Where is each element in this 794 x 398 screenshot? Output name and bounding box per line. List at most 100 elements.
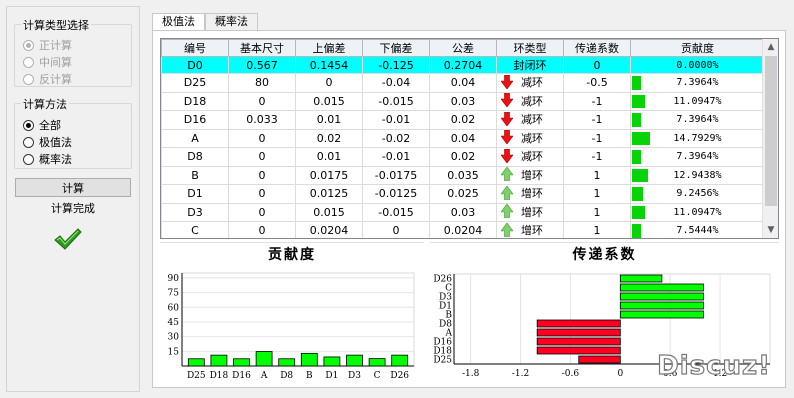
scroll-up-icon[interactable]: ▲ xyxy=(763,39,778,55)
ring-type-label: 封闭环 xyxy=(513,59,547,72)
table-cell: -0.01 xyxy=(362,110,430,130)
contribution-chart-svg: 15 30 45 60 75 90 D25 D18 D16 A D8 B D1 D3 C D26 xyxy=(168,272,415,381)
calculate-button[interactable]: 计算 xyxy=(15,178,131,197)
x-tick-label: D8 xyxy=(280,371,293,381)
radio-label: 反计算 xyxy=(39,73,72,86)
x-tick-label: A xyxy=(260,371,268,381)
contribution-bar xyxy=(632,94,646,108)
contribution-bar xyxy=(632,131,650,145)
table-cell: 0.02 xyxy=(429,110,497,130)
contribution-label: 7.5444% xyxy=(676,225,719,237)
vertical-scrollbar[interactable]: ▲ ▼ xyxy=(762,39,778,238)
bar xyxy=(578,355,621,364)
tab-probability-method[interactable]: 概率法 xyxy=(205,13,258,30)
table-row[interactable]: A 0 0.02 -0.02 0.04 减环 -1 14.7929% xyxy=(161,128,765,148)
contribution-cell: 11.0947% xyxy=(630,202,765,222)
column-header[interactable]: 环类型 xyxy=(496,39,564,57)
table-cell: -1 xyxy=(563,91,631,111)
table-cell: 0 xyxy=(228,184,296,204)
table-cell: 0.01 xyxy=(295,110,363,130)
x-tick-label: 0 xyxy=(617,369,623,379)
radio-indicator xyxy=(23,56,34,68)
table-row[interactable]: D3 0 0.015 -0.015 0.03 增环 1 11.0947% xyxy=(161,202,765,222)
table-cell: -0.015 xyxy=(362,91,430,111)
x-tick-label: -1.2 xyxy=(512,369,529,379)
radio-forward-calc[interactable]: 正计算 xyxy=(23,37,72,53)
table-row[interactable]: D0 0.567 0.1454 -0.125 0.2704 封闭环 0 0.0000% xyxy=(161,56,765,74)
column-header[interactable]: 基本尺寸 xyxy=(228,39,296,57)
table-row[interactable]: C 0 0.0204 0 0.0204 增环 1 7.5444% xyxy=(161,221,765,238)
table-cell: 0 xyxy=(362,221,430,238)
ring-type-cell: 减环 xyxy=(496,73,564,93)
radio-extreme-method[interactable]: 极值法 xyxy=(23,134,72,150)
bar xyxy=(619,301,704,310)
table-row[interactable]: B 0 0.0175 -0.0175 0.035 增环 1 12.9438% xyxy=(161,165,765,185)
table-cell: 0 xyxy=(228,128,296,148)
tab-content: 编号 基本尺寸 上偏差 下偏差 公差 环类型 传递系数 贡献度 D0 0.567 0… xyxy=(152,30,786,388)
x-tick-label: D25 xyxy=(187,371,206,381)
column-header[interactable]: 上偏差 xyxy=(295,39,363,57)
table-cell: 0 xyxy=(228,91,296,111)
arrow-down-icon xyxy=(500,148,515,166)
contribution-cell: 7.5444% xyxy=(630,221,765,238)
table-cell: 0.0125 xyxy=(295,184,363,204)
table-row[interactable]: D16 0.033 0.01 -0.01 0.02 减环 -1 7.3964% xyxy=(161,110,765,130)
ring-type-cell: 增环 xyxy=(496,165,564,185)
table-cell: 0.0175 xyxy=(295,165,363,185)
chart-title: 贡献度 xyxy=(268,247,316,263)
ring-type-cell: 增环 xyxy=(496,221,564,238)
radio-all[interactable]: 全部 xyxy=(23,117,61,133)
table-row[interactable]: D1 0 0.0125 -0.0125 0.025 增环 1 9.2456% xyxy=(161,184,765,204)
bar xyxy=(619,274,663,283)
table-row[interactable]: D18 0 0.015 -0.015 0.03 减环 -1 11.0947% xyxy=(161,91,765,111)
radio-reverse-calc[interactable]: 反计算 xyxy=(23,71,72,87)
scroll-down-icon[interactable]: ▼ xyxy=(763,222,778,238)
table-cell: -0.01 xyxy=(362,147,430,167)
bar xyxy=(187,358,205,367)
contribution-label: 14.7929% xyxy=(673,132,722,144)
tab-extreme-method[interactable]: 极值法 xyxy=(152,13,205,31)
bar xyxy=(536,346,621,355)
contribution-label: 9.2456% xyxy=(676,188,719,200)
table-cell: 0.02 xyxy=(295,128,363,148)
y-tick-label: D25 xyxy=(433,356,452,366)
results-panel: 极值法 概率法 编号 基本尺寸 上偏差 下偏差 公差 环类型 传递系数 贡献度 … xyxy=(146,6,789,392)
ring-type-label: 减环 xyxy=(521,150,543,163)
radio-middle-calc[interactable]: 中间算 xyxy=(23,54,72,70)
bar xyxy=(210,354,228,367)
table-cell: -1 xyxy=(563,110,631,130)
table-row[interactable]: D8 0 0.01 -0.01 0.02 减环 -1 7.3964% xyxy=(161,147,765,167)
x-tick-label: D18 xyxy=(210,371,229,381)
column-header[interactable]: 贡献度 xyxy=(630,39,765,57)
column-header[interactable]: 下偏差 xyxy=(362,39,430,57)
column-header[interactable]: 公差 xyxy=(429,39,497,57)
y-tick-label: 45 xyxy=(168,318,180,328)
ring-type-cell: 减环 xyxy=(496,128,564,148)
bar xyxy=(391,354,409,367)
y-tick-label: 90 xyxy=(168,274,180,284)
contribution-cell: 0.0000% xyxy=(630,56,765,74)
table-cell: D8 xyxy=(161,147,229,167)
contribution-cell: 7.3964% xyxy=(630,147,765,167)
scroll-thumb[interactable] xyxy=(765,56,777,206)
arrow-up-icon xyxy=(500,203,515,221)
radio-probability-method[interactable]: 概率法 xyxy=(23,151,72,167)
bar xyxy=(278,358,296,367)
arrow-down-icon xyxy=(500,111,515,129)
column-header[interactable]: 编号 xyxy=(161,39,229,57)
contribution-label: 11.0947% xyxy=(673,95,722,107)
ring-type-label: 增环 xyxy=(521,224,543,237)
column-header[interactable]: 传递系数 xyxy=(563,39,631,57)
contribution-cell: 12.9438% xyxy=(630,165,765,185)
ring-type-cell: 增环 xyxy=(496,184,564,204)
table-cell: 0 xyxy=(228,221,296,238)
table-cell: 0.02 xyxy=(429,147,497,167)
table-cell: B xyxy=(161,165,229,185)
table-row[interactable]: D25 80 0 -0.04 0.04 减环 -0.5 7.3964% xyxy=(161,73,765,93)
table-cell: 0.04 xyxy=(429,73,497,93)
contribution-label: 7.3964% xyxy=(676,151,719,163)
table-cell: 0 xyxy=(228,147,296,167)
y-tick-label: 15 xyxy=(168,347,180,357)
table-cell: -0.04 xyxy=(362,73,430,93)
y-tick-label: D8 xyxy=(439,320,452,330)
